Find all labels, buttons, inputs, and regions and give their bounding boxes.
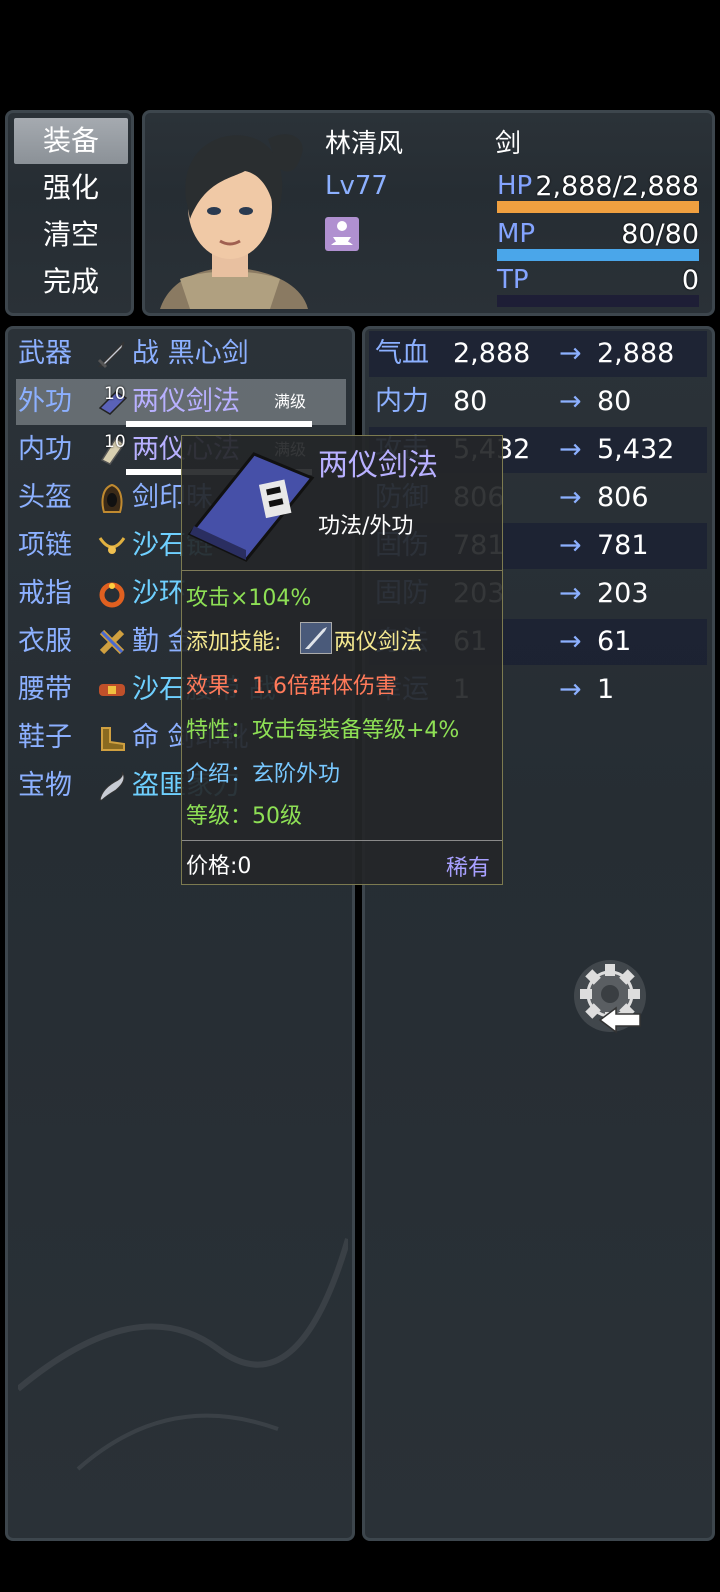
equip-slot-outer-skill[interactable]: 外功 10 两仪剑法 满级 bbox=[16, 379, 346, 427]
actor-class: 剑 bbox=[495, 129, 522, 159]
background-branch-decoration bbox=[18, 1238, 348, 1471]
right-arrow-icon: → bbox=[559, 338, 582, 369]
cmd-equip[interactable]: 装备 bbox=[14, 118, 128, 164]
sword-icon bbox=[97, 341, 125, 369]
robe-icon bbox=[99, 629, 125, 655]
manual-book-icon bbox=[187, 452, 315, 562]
tooltip-price: 价格:0 bbox=[186, 854, 252, 879]
tooltip-attack-bonus: 攻击×104% bbox=[186, 586, 312, 611]
equip-slot-weapon[interactable]: 武器 战 黑心剑 bbox=[16, 331, 346, 377]
param-new: 80 bbox=[597, 386, 632, 417]
hp-value: 2,888/2,888 bbox=[535, 171, 699, 202]
cmd-finish[interactable]: 完成 bbox=[14, 259, 128, 305]
right-arrow-icon: → bbox=[559, 578, 582, 609]
item-tooltip: 两仪剑法 功法/外功 攻击×104% 添加技能: 两仪剑法 效果：1.6倍群体伤… bbox=[181, 435, 503, 885]
tooltip-skill-name: 两仪剑法 bbox=[334, 630, 423, 655]
param-new: 203 bbox=[597, 578, 649, 609]
mp-value: 80/80 bbox=[621, 219, 699, 250]
slot-label: 腰带 bbox=[18, 674, 72, 705]
right-arrow-icon: → bbox=[559, 530, 582, 561]
status-window: 林清风 剑 Lv77 HP 2,888/2,888 MP 80/80 TP 0 bbox=[142, 110, 715, 316]
slot-label: 衣服 bbox=[18, 626, 72, 657]
item-name: 两仪剑法 bbox=[132, 386, 240, 417]
ring-icon bbox=[99, 582, 125, 608]
right-arrow-icon: → bbox=[559, 626, 582, 657]
meditation-icon bbox=[325, 217, 359, 251]
cmd-clear[interactable]: 清空 bbox=[14, 212, 128, 258]
tooltip-trait: 特性：攻击每装备等级+4% bbox=[186, 718, 460, 743]
command-window: 装备 强化 清空 完成 bbox=[5, 110, 134, 316]
max-level-tag: 满级 bbox=[274, 392, 307, 411]
divider bbox=[182, 840, 502, 841]
hood-icon bbox=[101, 483, 123, 513]
mp-label: MP bbox=[497, 219, 536, 249]
right-arrow-icon: → bbox=[559, 482, 582, 513]
slot-label: 鞋子 bbox=[18, 722, 72, 753]
tooltip-type: 功法/外功 bbox=[318, 514, 414, 539]
right-arrow-icon: → bbox=[559, 674, 582, 705]
param-label: 气血 bbox=[375, 338, 429, 369]
tp-value: 0 bbox=[681, 265, 699, 296]
tooltip-level: 等级：50级 bbox=[186, 804, 302, 829]
tp-gauge: TP 0 bbox=[497, 265, 699, 311]
tooltip-intro: 介绍：玄阶外功 bbox=[186, 762, 341, 787]
param-new: 1 bbox=[597, 674, 615, 705]
item-name: 战 黑心剑 bbox=[132, 338, 249, 369]
skill-count: 10 bbox=[104, 384, 126, 404]
param-new: 2,888 bbox=[597, 338, 675, 369]
actor-name: 林清风 bbox=[325, 129, 404, 159]
slot-label: 项链 bbox=[18, 530, 72, 561]
tp-label: TP bbox=[497, 265, 529, 295]
cmd-optimize[interactable]: 强化 bbox=[14, 165, 128, 211]
belt-icon bbox=[99, 684, 125, 696]
gear-return-icon[interactable] bbox=[570, 958, 652, 1036]
param-current: 2,888 bbox=[453, 338, 531, 369]
actor-level: Lv77 bbox=[325, 171, 388, 201]
right-arrow-icon: → bbox=[559, 434, 582, 465]
skill-sword-icon bbox=[300, 622, 332, 654]
param-new: 781 bbox=[597, 530, 649, 561]
tooltip-effect: 效果：1.6倍群体伤害 bbox=[186, 674, 397, 699]
right-arrow-icon: → bbox=[559, 386, 582, 417]
mp-gauge: MP 80/80 bbox=[497, 219, 699, 265]
slot-label: 外功 bbox=[18, 386, 72, 417]
hp-label: HP bbox=[497, 171, 533, 201]
tooltip-skill-label: 添加技能: bbox=[186, 630, 282, 655]
item-name: 沙环 bbox=[132, 578, 186, 609]
slot-label: 宝物 bbox=[18, 770, 72, 801]
param-label: 内力 bbox=[375, 386, 429, 417]
skill-count: 10 bbox=[104, 432, 126, 452]
tooltip-title: 两仪剑法 bbox=[318, 448, 438, 483]
tooltip-rarity: 稀有 bbox=[446, 856, 491, 881]
divider bbox=[182, 570, 502, 571]
param-new: 61 bbox=[597, 626, 632, 657]
sabre-icon bbox=[99, 771, 125, 801]
hp-gauge: HP 2,888/2,888 bbox=[497, 171, 699, 217]
param-current: 80 bbox=[453, 386, 488, 417]
param-row: 气血 2,888 → 2,888 bbox=[369, 331, 707, 377]
boots-icon bbox=[101, 727, 125, 751]
slot-label: 内功 bbox=[18, 434, 72, 465]
necklace-icon bbox=[98, 537, 126, 554]
slot-label: 头盔 bbox=[18, 482, 72, 513]
param-new: 806 bbox=[597, 482, 649, 513]
slot-label: 武器 bbox=[18, 338, 72, 369]
actor-portrait bbox=[150, 119, 312, 309]
slot-label: 戒指 bbox=[18, 578, 72, 609]
param-new: 5,432 bbox=[597, 434, 675, 465]
param-row: 内力 80 → 80 bbox=[369, 379, 707, 425]
